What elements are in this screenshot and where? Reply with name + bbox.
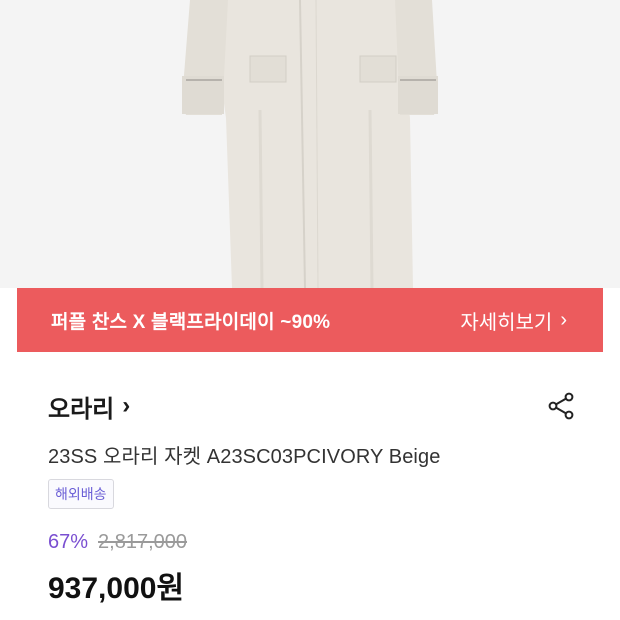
overseas-shipping-badge: 해외배송 — [48, 479, 114, 509]
share-icon — [548, 392, 574, 420]
product-image[interactable] — [0, 0, 620, 288]
discount-row: 67% 2,817,000 — [48, 531, 187, 554]
promo-title: 퍼플 찬스 X 블랙프라이데이 ~90% — [51, 311, 331, 333]
promo-detail-link[interactable]: 자세히보기 › — [460, 306, 567, 335]
sale-price: 937,000원 — [48, 572, 185, 605]
discount-rate: 67% — [48, 531, 89, 553]
promo-detail-label: 자세히보기 — [460, 311, 553, 334]
chevron-right-icon: › — [560, 309, 567, 331]
original-price: 2,817,000 — [98, 531, 188, 553]
chevron-right-icon: › — [122, 392, 131, 419]
brand-link[interactable]: 오라리 › — [48, 389, 130, 424]
product-title: 23SS 오라리 자켓 A23SC03PCIVORY Beige — [48, 446, 441, 468]
brand-name: 오라리 — [48, 395, 115, 423]
brand-row: 오라리 › — [48, 388, 580, 424]
share-button[interactable] — [544, 388, 580, 424]
promo-banner[interactable]: 퍼플 찬스 X 블랙프라이데이 ~90% 자세히보기 › — [17, 288, 603, 352]
